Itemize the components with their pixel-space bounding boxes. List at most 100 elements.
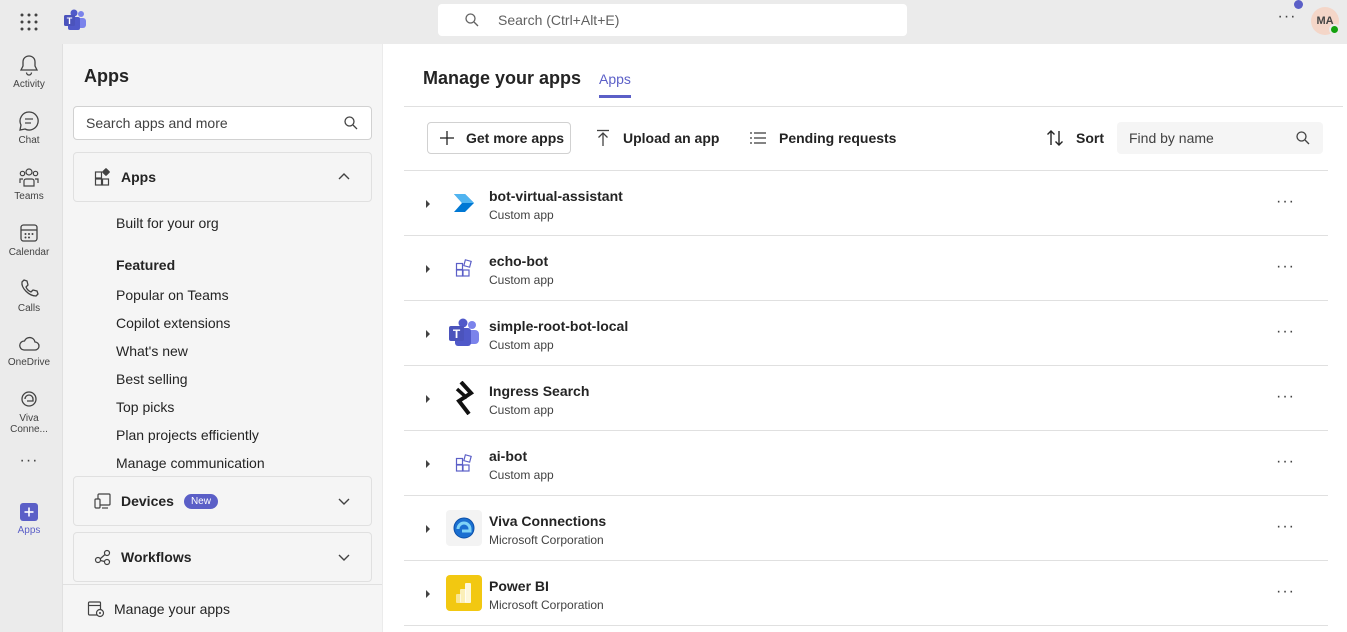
app-row[interactable]: ai-bot Custom app ··· [404, 431, 1328, 496]
devices-icon [94, 493, 111, 509]
app-publisher: Microsoft Corporation [489, 598, 604, 612]
rail-item-calls[interactable]: Calls [0, 278, 58, 314]
rail-label: Chat [18, 135, 40, 146]
nav-best-selling[interactable]: Best selling [116, 371, 188, 387]
rail-label: Viva Conne... [10, 413, 48, 435]
nav-plan-projects[interactable]: Plan projects efficiently [116, 427, 259, 443]
custom-app-icon [446, 250, 482, 286]
top-bar: T ··· MA [0, 0, 1347, 44]
apps-search-input[interactable]: Search apps and more [73, 106, 372, 140]
rail-item-chat[interactable]: Chat [0, 110, 58, 146]
workflows-section-header[interactable]: Workflows [73, 532, 372, 582]
rail-label: Apps [17, 525, 41, 536]
pending-requests-button[interactable]: Pending requests [749, 122, 896, 154]
nav-featured-heading: Featured [116, 257, 176, 273]
app-row[interactable]: T simple-root-bot-local Custom app ··· [404, 301, 1328, 366]
app-row[interactable]: echo-bot Custom app ··· [404, 236, 1328, 301]
rail-label: OneDrive [7, 357, 51, 368]
manage-your-apps-link[interactable]: Manage your apps [63, 584, 382, 632]
devices-section-header[interactable]: Devices New [73, 476, 372, 526]
tab-apps[interactable]: Apps [599, 71, 631, 98]
nav-copilot-extensions[interactable]: Copilot extensions [116, 315, 230, 331]
more-options-icon[interactable]: ··· [1276, 518, 1295, 536]
chevron-down-icon [338, 498, 350, 505]
more-options-icon[interactable]: ··· [1276, 583, 1295, 601]
plus-icon [440, 131, 454, 145]
search-icon [465, 13, 479, 27]
app-publisher: Microsoft Corporation [489, 533, 604, 547]
sort-button[interactable]: Sort [1046, 122, 1104, 154]
more-options-icon[interactable]: ··· [1276, 388, 1295, 406]
rail-item-calendar[interactable]: Calendar [0, 222, 58, 258]
expand-caret-icon[interactable] [426, 265, 430, 273]
upload-app-button[interactable]: Upload an app [595, 122, 719, 154]
app-publisher: Custom app [489, 208, 554, 222]
main-content: Manage your apps Apps Get more apps Uplo… [383, 44, 1347, 632]
expand-caret-icon[interactable] [426, 590, 430, 598]
nav-whats-new[interactable]: What's new [116, 343, 188, 359]
nav-top-picks[interactable]: Top picks [116, 399, 174, 415]
app-name: Ingress Search [489, 383, 590, 399]
rail-label: Calls [17, 303, 41, 314]
expand-caret-icon[interactable] [426, 200, 430, 208]
global-search-input[interactable] [498, 12, 858, 28]
app-publisher: Custom app [489, 403, 554, 417]
workflows-section-label: Workflows [121, 549, 192, 565]
get-more-apps-button[interactable]: Get more apps [427, 122, 571, 154]
more-options-icon[interactable]: ··· [1276, 323, 1295, 341]
app-name: Viva Connections [489, 513, 607, 529]
viva-connections-icon [446, 510, 482, 546]
teams-logo-icon: T [64, 9, 86, 30]
teams-app-icon: T [446, 315, 482, 351]
get-more-apps-label: Get more apps [466, 130, 565, 146]
more-options-icon[interactable]: ··· [1276, 8, 1298, 30]
app-row[interactable]: Ingress Search Custom app ··· [404, 366, 1328, 431]
apps-plus-icon [20, 503, 38, 521]
app-name: echo-bot [489, 253, 549, 269]
rail-label: Teams [14, 191, 44, 202]
more-options-icon[interactable]: ··· [1276, 193, 1295, 211]
svg-text:T: T [67, 16, 73, 26]
rail-label: Calendar [8, 247, 50, 258]
rail-item-viva[interactable]: Viva Conne... [0, 388, 58, 435]
more-options-icon[interactable]: ··· [1276, 258, 1295, 276]
global-search-box[interactable] [438, 4, 907, 36]
azure-bot-icon [446, 185, 482, 221]
app-row[interactable]: bot-virtual-assistant Custom app ··· [404, 171, 1328, 236]
rail-item-onedrive[interactable]: OneDrive [0, 334, 58, 368]
expand-caret-icon[interactable] [426, 395, 430, 403]
divider [404, 106, 1343, 107]
apps-section-header[interactable]: Apps [73, 152, 372, 202]
app-row[interactable]: Viva Connections Microsoft Corporation ·… [404, 496, 1328, 561]
app-publisher: Custom app [489, 338, 554, 352]
expand-caret-icon[interactable] [426, 330, 430, 338]
find-by-name-input[interactable]: Find by name [1117, 122, 1323, 154]
workflows-icon [94, 549, 111, 566]
app-row[interactable]: Power BI Microsoft Corporation ··· [404, 561, 1328, 626]
devices-section-label: Devices [121, 493, 174, 509]
pending-requests-label: Pending requests [779, 130, 897, 146]
nav-popular[interactable]: Popular on Teams [116, 287, 229, 303]
phone-icon [21, 279, 39, 297]
expand-caret-icon[interactable] [426, 460, 430, 468]
bell-icon [19, 55, 39, 76]
expand-caret-icon[interactable] [426, 525, 430, 533]
upload-icon [597, 129, 609, 146]
app-publisher: Custom app [489, 273, 554, 287]
list-icon [750, 132, 766, 144]
power-bi-icon [446, 575, 482, 611]
app-name: bot-virtual-assistant [489, 188, 623, 204]
more-options-icon[interactable]: ··· [1276, 453, 1295, 471]
rail-item-apps[interactable]: Apps [0, 502, 58, 536]
find-by-name-placeholder: Find by name [1129, 130, 1214, 146]
app-publisher: Custom app [489, 468, 554, 482]
apps-grid-icon [94, 168, 110, 186]
rail-item-activity[interactable]: Activity [0, 54, 58, 90]
apps-section-label: Apps [121, 169, 156, 185]
sort-icon [1047, 130, 1063, 146]
rail-more-icon[interactable]: ··· [0, 452, 58, 470]
nav-manage-communication[interactable]: Manage communication [116, 455, 265, 471]
rail-item-teams[interactable]: Teams [0, 166, 58, 202]
nav-built-for-org[interactable]: Built for your org [116, 215, 219, 231]
app-launcher-icon[interactable] [18, 11, 40, 33]
